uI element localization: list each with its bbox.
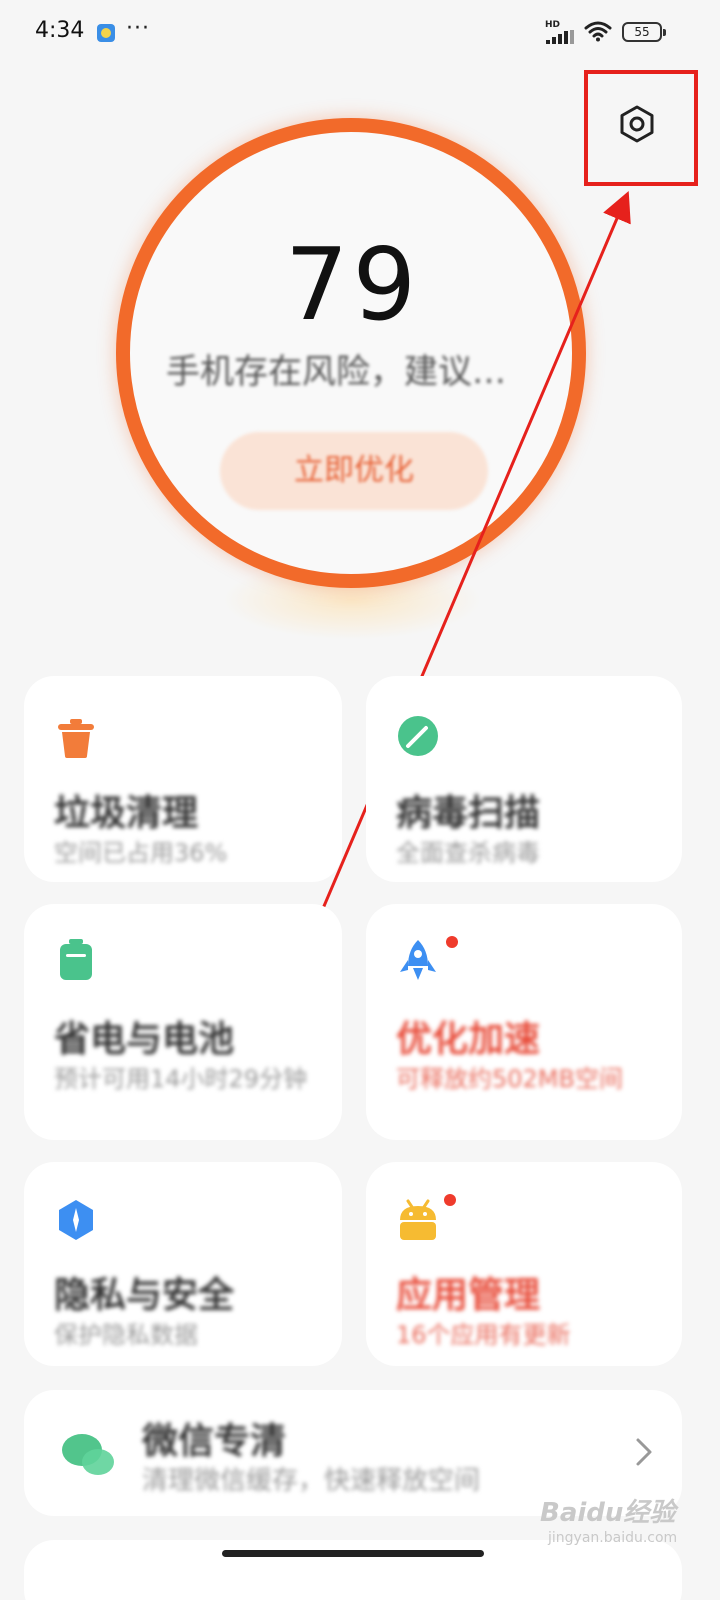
home-indicator[interactable] bbox=[222, 1550, 484, 1557]
status-bar: 4:34 ··· HD 55 bbox=[0, 0, 720, 64]
watermark-brand: Baidu经验 bbox=[540, 1498, 676, 1528]
battery-icon: 55 bbox=[622, 22, 666, 42]
rocket-icon bbox=[400, 940, 436, 980]
card-title: 隐私与安全 bbox=[54, 1275, 235, 1316]
card-title: 省电与电池 bbox=[54, 1019, 235, 1060]
card-subtitle: 可释放约502MB空间 bbox=[396, 1065, 623, 1093]
wechat-icon bbox=[62, 1434, 114, 1475]
card-partial-bottom[interactable] bbox=[24, 1540, 682, 1600]
card-virus-scan[interactable]: 病毒扫描 全面查杀病毒 bbox=[366, 676, 682, 882]
notification-app-icon bbox=[97, 24, 115, 42]
score-description: 手机存在风险，建议… bbox=[166, 352, 506, 392]
card-title: 应用管理 bbox=[396, 1275, 541, 1316]
card-subtitle: 预计可用14小时29分钟 bbox=[54, 1065, 308, 1093]
settings-button[interactable] bbox=[612, 97, 662, 151]
more-notifications-icon: ··· bbox=[126, 16, 150, 41]
scan-icon bbox=[398, 716, 438, 756]
chevron-right-icon bbox=[636, 1438, 652, 1466]
watermark-url: jingyan.baidu.com bbox=[548, 1530, 678, 1546]
score-value: 79 bbox=[284, 226, 421, 343]
alert-dot bbox=[444, 1194, 456, 1206]
android-icon bbox=[400, 1199, 436, 1240]
wifi-icon bbox=[584, 21, 612, 42]
card-subtitle: 保护隐私数据 bbox=[54, 1321, 198, 1349]
signal-icon bbox=[546, 30, 576, 44]
card-subtitle: 全面查杀病毒 bbox=[396, 839, 540, 867]
card-subtitle: 空间已占用36% bbox=[54, 839, 228, 867]
optimize-now-button[interactable]: 立即优化 bbox=[220, 432, 488, 510]
battery-card-icon bbox=[60, 939, 92, 980]
card-title: 病毒扫描 bbox=[396, 793, 541, 834]
card-privacy-security[interactable]: 隐私与安全 保护隐私数据 bbox=[24, 1162, 342, 1366]
card-title: 优化加速 bbox=[396, 1019, 541, 1060]
wide-card-title: 微信专清 bbox=[142, 1421, 287, 1462]
card-subtitle: 16个应用有更新 bbox=[396, 1321, 571, 1349]
network-type-label: HD bbox=[545, 20, 561, 30]
card-junk-cleanup[interactable]: 垃圾清理 空间已占用36% bbox=[24, 676, 342, 882]
card-app-management[interactable]: 应用管理 16个应用有更新 bbox=[366, 1162, 682, 1366]
card-optimize-speed[interactable]: 优化加速 可释放约502MB空间 bbox=[366, 904, 682, 1140]
status-time: 4:34 bbox=[35, 18, 85, 43]
alert-dot bbox=[446, 936, 458, 948]
trash-icon bbox=[58, 719, 94, 758]
card-title: 垃圾清理 bbox=[54, 793, 199, 834]
card-battery[interactable]: 省电与电池 预计可用14小时29分钟 bbox=[24, 904, 342, 1140]
shield-icon bbox=[59, 1200, 93, 1240]
wide-card-subtitle: 清理微信缓存，快速释放空间 bbox=[142, 1466, 481, 1496]
gear-icon bbox=[620, 105, 654, 143]
